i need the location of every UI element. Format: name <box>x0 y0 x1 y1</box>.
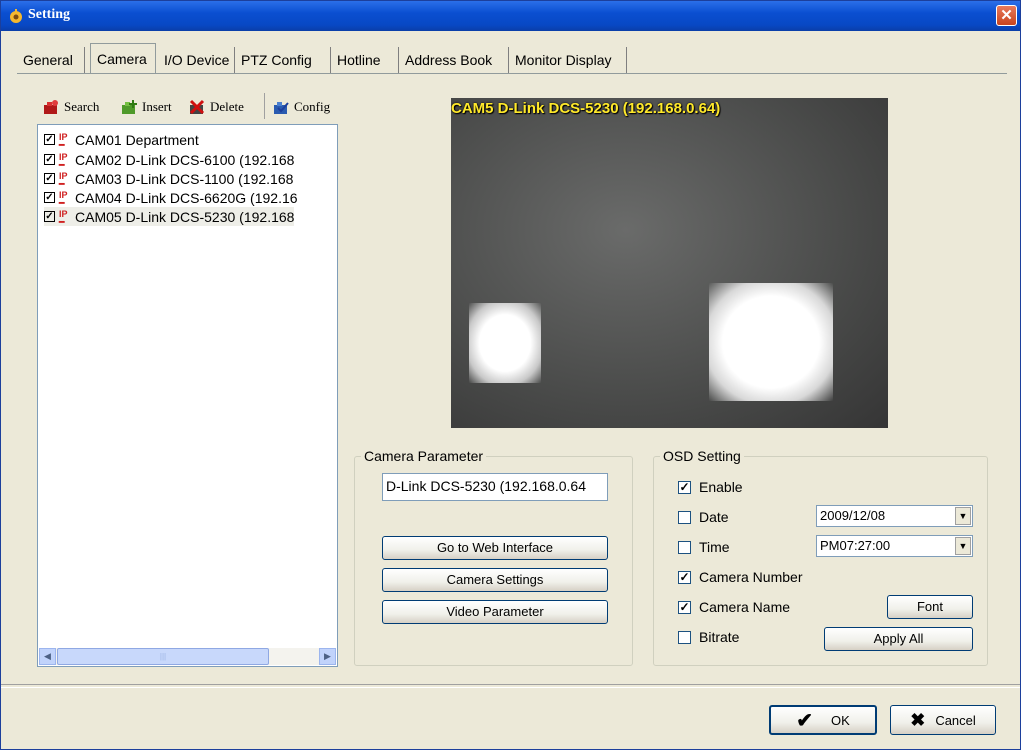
delete-label: Delete <box>210 99 244 114</box>
apply-all-button[interactable]: Apply All <box>824 627 973 651</box>
camera-parameter-legend: Camera Parameter <box>364 448 484 464</box>
search-label: Search <box>64 99 100 114</box>
camera-insert-icon <box>121 99 139 115</box>
checkbox-unchecked-icon <box>678 630 691 644</box>
camera-delete-icon <box>189 99 207 115</box>
dialog-separator <box>1 684 1020 688</box>
go-to-web-interface-button[interactable]: Go to Web Interface <box>382 536 608 560</box>
horizontal-scrollbar[interactable]: ◀ ||| ▶ <box>39 648 336 665</box>
ip-camera-icon: IP ━ <box>59 131 68 150</box>
camera-preview: CAM5 D-Link DCS-5230 (192.168.0.64) <box>451 98 888 428</box>
checkbox-checked-icon[interactable]: ✓ <box>44 154 55 165</box>
preview-overlay-text: CAM5 D-Link DCS-5230 (192.168.0.64) <box>451 100 721 117</box>
camera-config-icon <box>273 99 291 115</box>
scroll-right-button[interactable]: ▶ <box>319 648 336 665</box>
settings-window: Setting ✕ General Camera I/O Device PTZ … <box>0 0 1021 750</box>
checkbox-unchecked-icon <box>678 510 691 524</box>
camera-settings-button[interactable]: Camera Settings <box>382 568 608 592</box>
ip-camera-icon: IP ━ <box>59 170 68 189</box>
osd-date-checkbox[interactable]: Date <box>678 509 729 525</box>
ip-camera-icon: IP ━ <box>59 151 68 170</box>
cancel-button[interactable]: ✖ Cancel <box>890 705 996 735</box>
checkbox-checked-icon[interactable]: ✓ <box>44 192 55 203</box>
checkbox-checked-icon[interactable]: ✓ <box>44 211 55 222</box>
window-title: Setting <box>28 7 70 22</box>
close-button[interactable]: ✕ <box>996 5 1017 26</box>
ok-button[interactable]: ✔ OK <box>769 705 877 735</box>
ip-camera-icon: IP ━ <box>59 208 68 227</box>
app-icon <box>8 8 24 24</box>
tree-item-cam03[interactable]: ✓ IP ━ CAM03 D-Link DCS-1100 (192.168 <box>44 169 293 188</box>
chevron-down-icon[interactable]: ▼ <box>955 507 971 525</box>
scroll-left-button[interactable]: ◀ <box>39 648 56 665</box>
config-label: Config <box>294 99 331 114</box>
preview-light-left <box>469 303 541 383</box>
checkbox-unchecked-icon <box>678 540 691 554</box>
close-icon: ✕ <box>1000 7 1013 24</box>
ok-label: OK <box>830 712 850 728</box>
insert-label: Insert <box>142 99 172 114</box>
search-button[interactable]: Search <box>43 97 99 117</box>
insert-button[interactable]: Insert <box>121 97 172 117</box>
scroll-thumb[interactable]: ||| <box>57 648 269 665</box>
osd-time-checkbox[interactable]: Time <box>678 539 730 555</box>
time-select[interactable]: PM07:27:00 ▼ <box>816 535 973 557</box>
ip-camera-icon: IP ━ <box>59 189 68 208</box>
cancel-x-icon: ✖ <box>910 709 926 730</box>
tab-io-device[interactable]: I/O Device <box>158 47 235 73</box>
checkbox-checked-icon: ✓ <box>678 569 691 584</box>
tree-item-label: CAM01 Department <box>75 131 199 148</box>
checkbox-checked-icon[interactable]: ✓ <box>44 134 55 145</box>
tree-item-cam04[interactable]: ✓ IP ━ CAM04 D-Link DCS-6620G (192.16 <box>44 188 298 207</box>
tab-hotline[interactable]: Hotline <box>331 47 399 73</box>
tab-monitor-display[interactable]: Monitor Display <box>509 47 627 73</box>
checkbox-checked-icon: ✓ <box>678 479 691 494</box>
checkbox-checked-icon[interactable]: ✓ <box>44 173 55 184</box>
osd-setting-legend: OSD Setting <box>663 448 741 464</box>
osd-camera-name-checkbox[interactable]: ✓ Camera Name <box>678 599 790 615</box>
osd-camera-number-checkbox[interactable]: ✓ Camera Number <box>678 569 802 585</box>
tab-camera[interactable]: Camera <box>90 43 156 73</box>
tab-general[interactable]: General <box>17 47 85 73</box>
chevron-left-icon: ◀ <box>44 651 51 661</box>
osd-camera-name-label: Camera Name <box>699 599 791 615</box>
checkmark-icon: ✔ <box>796 709 813 732</box>
tree-item-cam02[interactable]: ✓ IP ━ CAM02 D-Link DCS-6100 (192.168 <box>44 150 294 169</box>
osd-time-label: Time <box>699 539 730 555</box>
camera-search-icon <box>43 99 61 115</box>
date-value: 2009/12/08 <box>820 508 886 523</box>
osd-enable-label: Enable <box>699 479 743 495</box>
preview-light-right <box>709 283 833 401</box>
tree-item-cam05[interactable]: ✓ IP ━ CAM05 D-Link DCS-5230 (192.168 <box>44 207 295 227</box>
osd-date-label: Date <box>699 509 729 525</box>
cancel-label: Cancel <box>935 712 976 728</box>
tab-ptz-config[interactable]: PTZ Config <box>235 47 331 73</box>
camera-tree[interactable]: ✓ IP ━ CAM01 Department ✓ IP ━ CAM02 D-Lin… <box>37 124 338 667</box>
osd-camera-number-label: Camera Number <box>699 569 803 585</box>
tree-item-label: CAM02 D-Link DCS-6100 (192.168 <box>75 151 295 168</box>
chevron-right-icon: ▶ <box>324 651 331 661</box>
tree-item-cam01[interactable]: ✓ IP ━ CAM01 Department <box>44 130 199 149</box>
tree-item-label: CAM04 D-Link DCS-6620G (192.16 <box>75 189 298 206</box>
tab-address-book[interactable]: Address Book <box>399 47 509 73</box>
tree-item-label: CAM05 D-Link DCS-5230 (192.168 <box>75 208 295 225</box>
osd-bitrate-label: Bitrate <box>699 629 740 645</box>
video-parameter-button[interactable]: Video Parameter <box>382 600 608 624</box>
delete-button[interactable]: Delete <box>189 97 244 117</box>
date-select[interactable]: 2009/12/08 ▼ <box>816 505 973 527</box>
toolbar-separator <box>264 93 265 119</box>
checkbox-checked-icon: ✓ <box>678 599 691 614</box>
chevron-down-icon[interactable]: ▼ <box>955 537 971 555</box>
osd-bitrate-checkbox[interactable]: Bitrate <box>678 629 739 645</box>
time-value: PM07:27:00 <box>820 538 891 553</box>
camera-name-field[interactable]: D-Link DCS-5230 (192.168.0.64 <box>382 473 608 501</box>
font-button[interactable]: Font <box>887 595 973 619</box>
title-bar[interactable]: Setting ✕ <box>1 1 1020 31</box>
config-button[interactable]: Config <box>273 97 330 117</box>
tree-item-label: CAM03 D-Link DCS-1100 (192.168 <box>75 170 294 187</box>
osd-enable-checkbox[interactable]: ✓ Enable <box>678 479 743 495</box>
